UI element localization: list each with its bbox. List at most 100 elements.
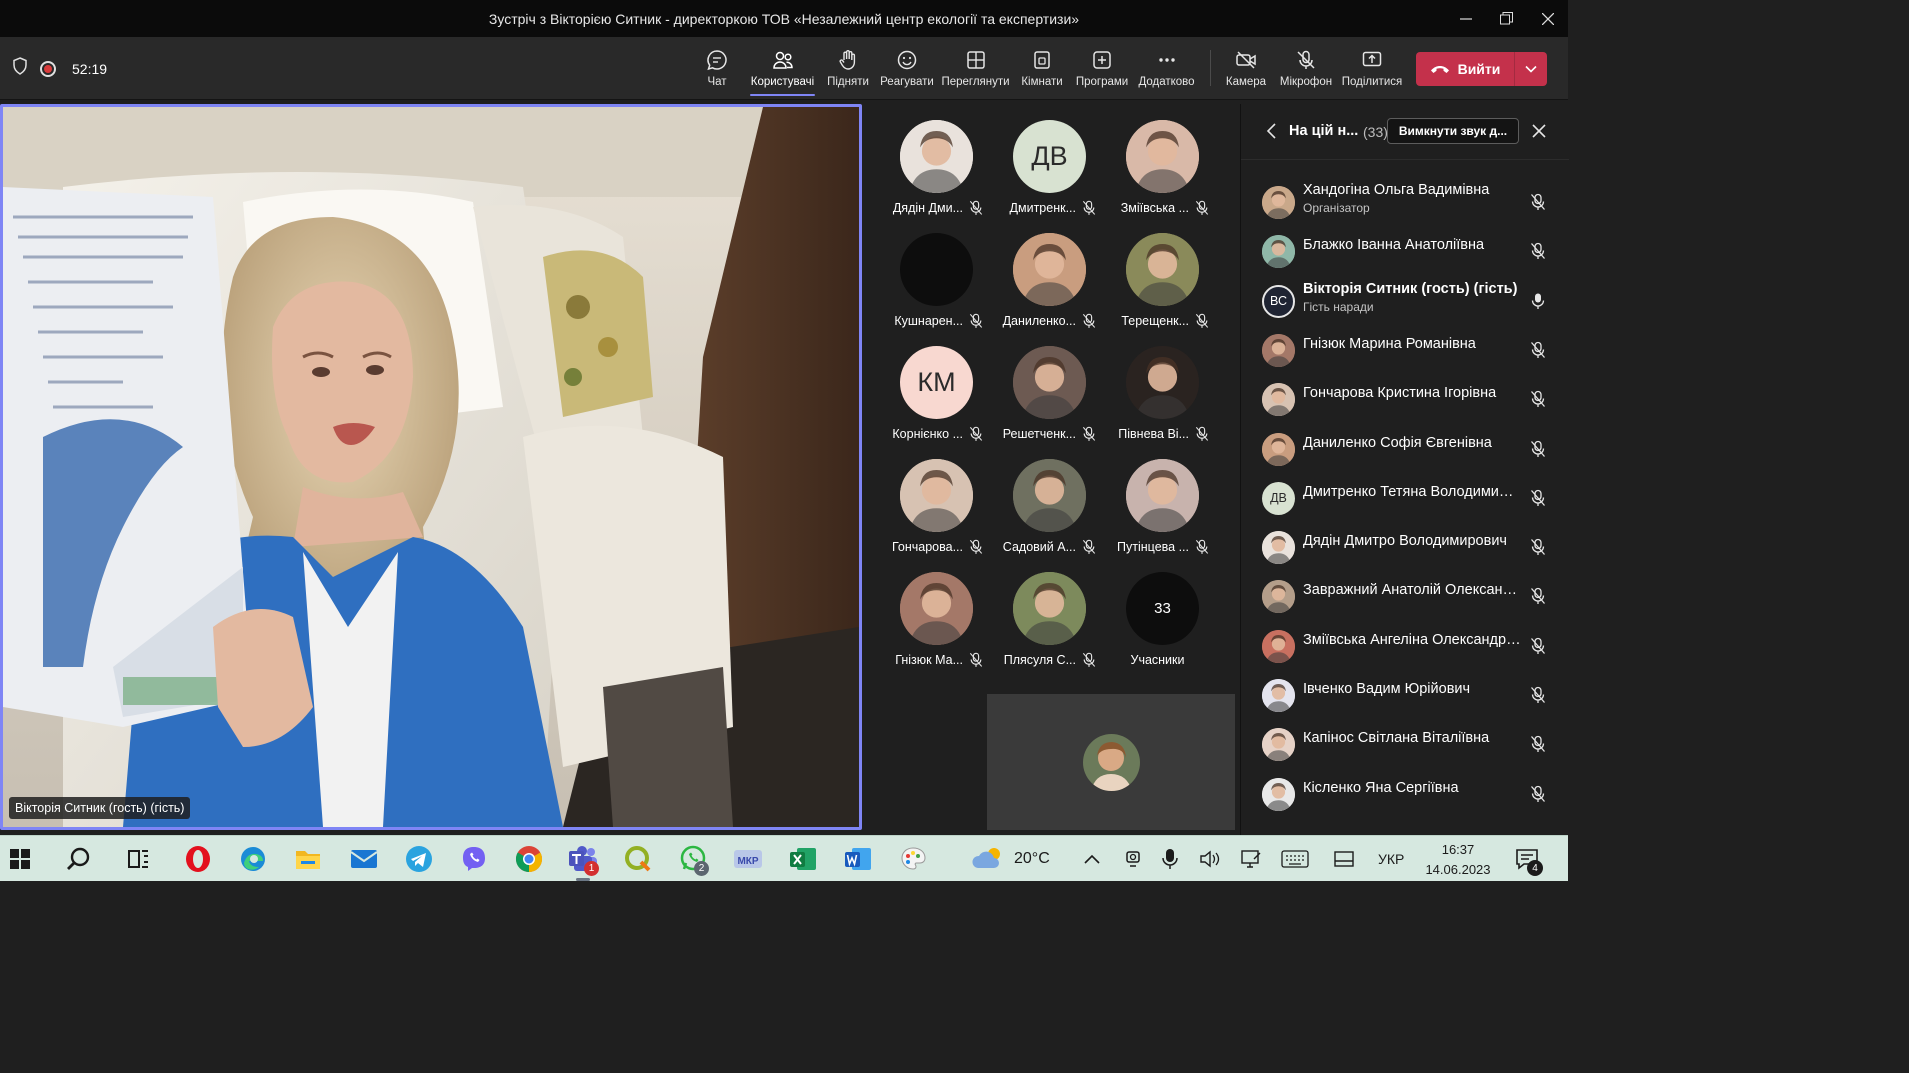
participant-row[interactable]: Кісленко Яна Сергіївна [1241, 770, 1569, 819]
participant-row[interactable]: Завражний Анатолій Олександ... [1241, 572, 1569, 621]
participant-name: Кушнарен... [894, 314, 963, 328]
raise-hand-button[interactable]: Підняти [826, 37, 870, 100]
camera-button[interactable]: Камера [1224, 37, 1268, 100]
shield-icon[interactable] [12, 57, 28, 80]
rooms-button[interactable]: Кімнати [1019, 37, 1065, 100]
apps-button[interactable]: Програми [1074, 37, 1130, 100]
chrome-icon[interactable] [512, 842, 546, 876]
gallery-tile[interactable]: Плясуля С... [988, 564, 1101, 674]
mail-icon[interactable] [347, 842, 381, 876]
share-button[interactable]: Поділитися [1341, 37, 1403, 100]
restore-icon[interactable] [1486, 0, 1527, 37]
gallery-tile[interactable]: ДВ Дмитренк... [988, 112, 1101, 222]
mic-off-icon[interactable] [1530, 735, 1546, 753]
more-participants-tile[interactable]: 33 Учасники [1101, 564, 1214, 674]
participant-row[interactable]: Блажко Іванна Анатоліївна [1241, 227, 1569, 276]
mic-off-icon [1082, 313, 1096, 329]
mic-off-icon[interactable] [1530, 587, 1546, 605]
show-hidden-icons-button[interactable] [1083, 836, 1101, 882]
participant-row[interactable]: Даниленко Софія Євгенівна [1241, 425, 1569, 474]
participant-row[interactable]: Гнізюк Марина Романівна [1241, 326, 1569, 375]
gallery-tile[interactable]: Зміївська ... [1101, 112, 1214, 222]
mic-off-icon[interactable] [1530, 489, 1546, 507]
excel-icon[interactable] [786, 842, 820, 876]
viber-icon[interactable] [457, 842, 491, 876]
notification-center-button[interactable]: 4 [1514, 836, 1543, 882]
gallery-tile[interactable]: Даниленко... [988, 225, 1101, 335]
avatar [1126, 120, 1199, 193]
leave-main[interactable]: Вийти [1416, 52, 1514, 86]
avatar [1013, 346, 1086, 419]
mic-off-icon[interactable] [1530, 637, 1546, 655]
windows-start-icon[interactable] [3, 842, 37, 876]
gallery-tile[interactable]: Терещенк... [1101, 225, 1214, 335]
participant-row[interactable]: Івченко Вадим Юрійович [1241, 671, 1569, 720]
chevron-left-icon[interactable] [1265, 122, 1279, 140]
mic-off-icon[interactable] [1530, 341, 1546, 359]
volume-tray-icon[interactable] [1199, 836, 1221, 882]
gallery-tile[interactable]: Решетченк... [988, 338, 1101, 448]
participant-row[interactable]: ВС Вікторія Ситник (гость) (гість) Гість н… [1241, 277, 1569, 326]
gallery-tile[interactable]: Гончарова... [875, 451, 988, 561]
participant-row[interactable]: Гончарова Кристина Ігорівна [1241, 375, 1569, 424]
participant-row[interactable]: Капінос Світлана Віталіївна [1241, 720, 1569, 769]
more-button[interactable]: Додатково [1137, 37, 1196, 100]
whatsapp-icon[interactable]: 2 [676, 842, 710, 876]
system-clock[interactable]: 16:37 14.06.2023 [1420, 840, 1496, 880]
network-tray-icon[interactable] [1240, 836, 1262, 882]
paint-icon[interactable] [896, 842, 930, 876]
leave-button[interactable]: Вийти [1416, 52, 1547, 86]
mic-off-icon[interactable] [1530, 193, 1546, 211]
gallery-tile[interactable]: Дядін Дми... [875, 112, 988, 222]
mic-on-icon[interactable] [1530, 292, 1546, 310]
display-tray-icon[interactable] [1334, 836, 1354, 882]
file-explorer-icon[interactable] [291, 842, 325, 876]
word-icon[interactable] [841, 842, 875, 876]
react-button[interactable]: Реагувати [880, 37, 934, 100]
chat-label: Чат [707, 76, 727, 88]
weather-widget[interactable]: 20°C [972, 836, 1050, 882]
mic-label: Мікрофон [1279, 76, 1333, 88]
microphone-tray-icon[interactable] [1162, 836, 1178, 882]
chat-button[interactable]: Чат [699, 37, 735, 100]
mic-off-icon[interactable] [1530, 686, 1546, 704]
gallery-tile[interactable]: Гнізюк Ма... [875, 564, 988, 674]
participant-row[interactable]: Хандогіна Ольга Вадимівна Організатор [1241, 178, 1569, 227]
self-view[interactable] [987, 694, 1235, 830]
view-button[interactable]: Переглянути [941, 37, 1010, 100]
keyboard-tray-icon[interactable] [1281, 836, 1309, 882]
leave-options-button[interactable] [1515, 65, 1547, 73]
people-button[interactable]: Користувачі [750, 37, 815, 100]
gallery-tile[interactable]: Путінцева ... [1101, 451, 1214, 561]
participant-row[interactable]: Дядін Дмитро Володимирович [1241, 523, 1569, 572]
participant-row[interactable]: ДВ Дмитренко Тетяна Володимирі... [1241, 474, 1569, 523]
mic-off-icon[interactable] [1530, 242, 1546, 260]
participant-row[interactable]: Зміївська Ангеліна Олександрі... [1241, 622, 1569, 671]
webcam-tray-icon[interactable] [1124, 836, 1142, 882]
task-view-icon[interactable] [121, 842, 155, 876]
mic-off-icon[interactable] [1530, 785, 1546, 803]
search-icon[interactable] [62, 842, 96, 876]
mute-all-button[interactable]: Вимкнути звук д... [1387, 118, 1519, 144]
minimize-icon[interactable] [1445, 0, 1486, 37]
avatar [1262, 679, 1295, 712]
gallery-tile[interactable]: Півнева Ві... [1101, 338, 1214, 448]
gallery-tile[interactable]: Кушнарен... [875, 225, 988, 335]
mic-off-icon[interactable] [1530, 390, 1546, 408]
mic-button[interactable]: Мікрофон [1278, 37, 1334, 100]
mic-off-icon[interactable] [1530, 440, 1546, 458]
gallery-tile[interactable]: Садовий А... [988, 451, 1101, 561]
input-language[interactable]: УКР [1378, 836, 1404, 882]
gallery-tile[interactable]: КМ Корнієнко ... [875, 338, 988, 448]
clock-date: 14.06.2023 [1425, 862, 1491, 877]
teams-icon[interactable]: 1 [566, 842, 600, 881]
mkp-icon[interactable]: МКР [731, 842, 765, 876]
opera-icon[interactable] [181, 842, 215, 876]
qgis-icon[interactable] [621, 842, 655, 876]
edge-icon[interactable] [236, 842, 270, 876]
close-panel-icon[interactable] [1530, 122, 1548, 140]
close-icon[interactable] [1527, 0, 1568, 37]
telegram-icon[interactable] [402, 842, 436, 876]
mic-off-icon[interactable] [1530, 538, 1546, 556]
active-speaker-video[interactable]: Вікторія Ситник (гость) (гість) [0, 104, 862, 830]
